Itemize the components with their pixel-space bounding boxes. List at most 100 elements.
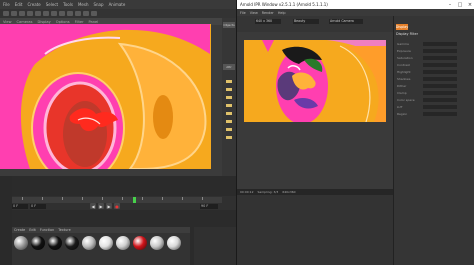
material-ball[interactable]	[31, 236, 45, 250]
tab-objects[interactable]: Objects	[223, 22, 235, 28]
tick	[82, 197, 83, 200]
tab-display[interactable]: Display	[396, 24, 408, 30]
camera-select[interactable]: Arnold Camera	[329, 19, 363, 24]
ipr-menu-view[interactable]: View	[250, 11, 258, 15]
strip-mark	[226, 112, 232, 115]
light-icon[interactable]	[91, 11, 97, 16]
settings-header: Display Filter	[396, 32, 418, 36]
render-icon[interactable]	[43, 11, 49, 16]
menu-select[interactable]: Select	[46, 2, 58, 7]
menu-animate[interactable]: Animate	[109, 2, 126, 7]
settings-row: Dither	[397, 84, 473, 88]
strip-mark	[226, 120, 232, 123]
play-icon[interactable]: ▶	[98, 203, 104, 209]
mat-menu-create[interactable]: Create	[14, 228, 25, 232]
record-icon[interactable]: ●	[114, 203, 120, 209]
settings-row-field[interactable]	[423, 70, 457, 74]
menu-snap[interactable]: Snap	[93, 2, 103, 7]
settings-row-field[interactable]	[423, 112, 457, 116]
ipr-render-view[interactable]	[244, 40, 386, 122]
settings-row-label: Region	[397, 112, 408, 116]
close-icon[interactable]: ×	[465, 0, 474, 9]
settings-row-field[interactable]	[423, 91, 457, 95]
strip-mark	[226, 88, 232, 91]
viewport-scene	[0, 24, 211, 169]
render-settings-icon[interactable]	[51, 11, 57, 16]
settings-row-field[interactable]	[423, 77, 457, 81]
scale-icon[interactable]	[27, 11, 33, 16]
timeline-playhead[interactable]	[133, 197, 136, 203]
material-ball[interactable]	[133, 236, 147, 250]
vp-menu-display[interactable]: Display	[38, 20, 51, 24]
settings-row: Contrast	[397, 63, 473, 67]
skip-start-icon[interactable]: ◀	[90, 203, 96, 209]
settings-row: Region	[397, 112, 473, 116]
vp-menu-panel[interactable]: Panel	[89, 20, 99, 24]
material-manager: Create Edit Function Texture	[12, 227, 190, 265]
settings-row: Gamma	[397, 42, 473, 46]
settings-row-field[interactable]	[423, 56, 457, 60]
settings-row-label: Color space	[397, 98, 415, 102]
frame-current-field[interactable]: 0 F	[30, 204, 46, 209]
tick	[22, 197, 23, 200]
settings-row: Color space	[397, 98, 473, 102]
material-ball[interactable]	[82, 236, 96, 250]
settings-row-field[interactable]	[423, 84, 457, 88]
menu-tools[interactable]: Tools	[63, 2, 73, 7]
menu-edit[interactable]: Edit	[15, 2, 23, 7]
material-ball[interactable]	[116, 236, 130, 250]
settings-row-field[interactable]	[423, 63, 457, 67]
ipr-menu-help[interactable]: Help	[278, 11, 286, 15]
camera-icon[interactable]	[83, 11, 89, 16]
mat-menu-edit[interactable]: Edit	[29, 228, 36, 232]
settings-row-field[interactable]	[423, 105, 457, 109]
settings-row-field[interactable]	[423, 98, 457, 102]
menu-create[interactable]: Create	[27, 2, 40, 7]
tab-attributes[interactable]: Attr	[223, 64, 235, 70]
cube-icon[interactable]	[59, 11, 65, 16]
material-ball[interactable]	[65, 236, 79, 250]
rotate-icon[interactable]	[35, 11, 41, 16]
vp-menu-filter[interactable]: Filter	[75, 20, 84, 24]
ipr-window: Arnold IPR Window v2.5.1.1 (Arnold 5.1.1…	[236, 0, 474, 265]
mat-menu-texture[interactable]: Texture	[58, 228, 70, 232]
skip-end-icon[interactable]: ▶	[106, 203, 112, 209]
material-ball[interactable]	[48, 236, 62, 250]
aov-select[interactable]: Beauty	[293, 19, 319, 24]
playback-controls: ◀ ▶ ▶ ●	[90, 203, 120, 209]
maximize-icon[interactable]: □	[455, 0, 465, 9]
settings-row-field[interactable]	[423, 42, 457, 46]
ipr-render-image	[244, 40, 386, 122]
ipr-titlebar: Arnold IPR Window v2.5.1.1 (Arnold 5.1.1…	[237, 0, 474, 9]
undo-icon[interactable]	[3, 11, 9, 16]
frame-start-field[interactable]: 0 F	[12, 204, 28, 209]
minimize-icon[interactable]: –	[445, 0, 455, 9]
material-ball[interactable]	[150, 236, 164, 250]
vp-menu-options[interactable]: Options	[56, 20, 70, 24]
vp-menu-cameras[interactable]: Cameras	[17, 20, 33, 24]
material-ball[interactable]	[167, 236, 181, 250]
spline-icon[interactable]	[67, 11, 73, 16]
nurbs-icon[interactable]	[75, 11, 81, 16]
resolution-field[interactable]: 640 x 360	[255, 19, 281, 24]
menu-file[interactable]: File	[3, 2, 10, 7]
frame-end-field[interactable]: 90 F	[200, 204, 218, 209]
ipr-menu-file[interactable]: File	[240, 11, 246, 15]
ipr-menubar: File View Render Help	[237, 9, 474, 16]
ipr-title: Arnold IPR Window v2.5.1.1 (Arnold 5.1.1…	[240, 2, 328, 7]
redo-icon[interactable]	[11, 11, 17, 16]
material-ball[interactable]	[14, 236, 28, 250]
vp-menu-view[interactable]: View	[3, 20, 12, 24]
ipr-menu-render[interactable]: Render	[262, 11, 274, 15]
settings-row-field[interactable]	[423, 49, 457, 53]
settings-row-label: Dither	[397, 84, 407, 88]
viewport-canvas[interactable]	[0, 24, 211, 169]
status-sampling: Sampling: 3/3	[257, 190, 279, 194]
move-icon[interactable]	[19, 11, 25, 16]
menu-mesh[interactable]: Mesh	[78, 2, 89, 7]
material-ball[interactable]	[99, 236, 113, 250]
settings-row: LUT	[397, 105, 473, 109]
mat-menu-function[interactable]: Function	[40, 228, 54, 232]
tick	[202, 197, 203, 200]
tick	[42, 197, 43, 200]
